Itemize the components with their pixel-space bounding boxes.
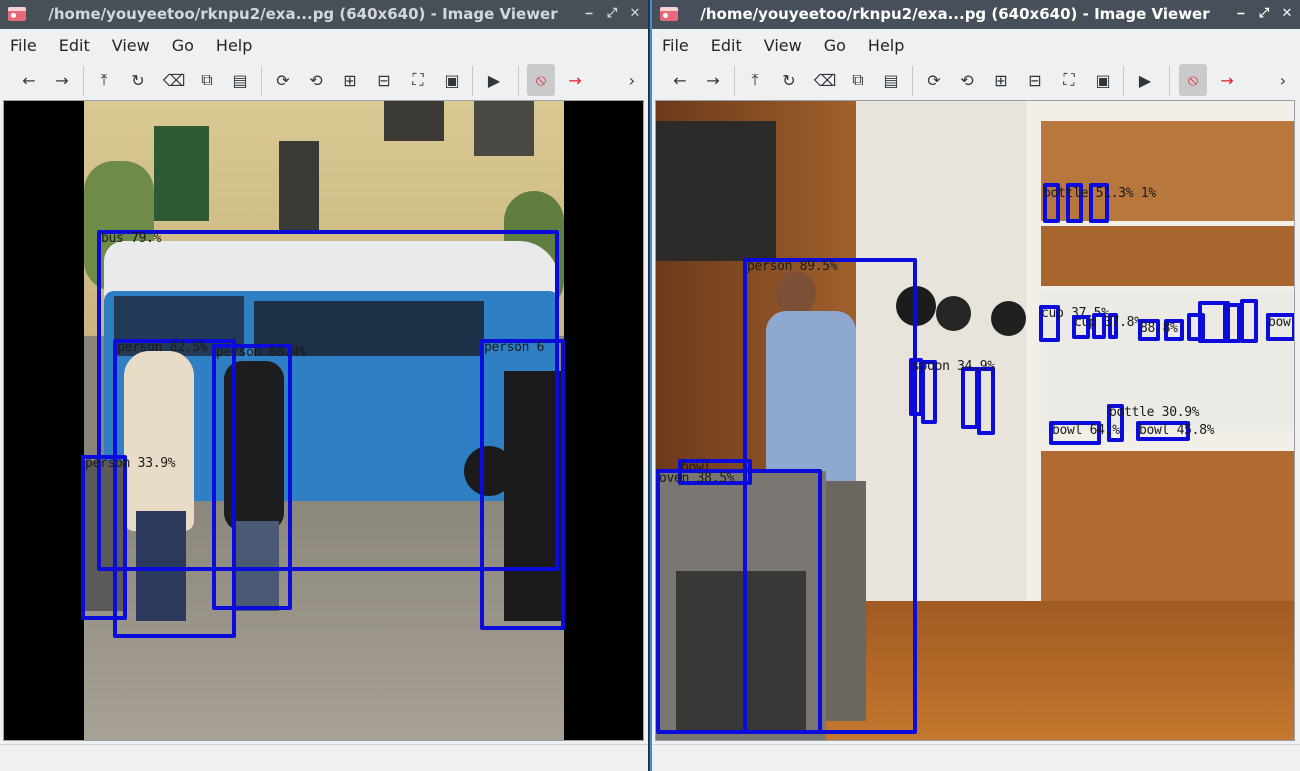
- original-size-icon[interactable]: ▣: [1089, 64, 1117, 96]
- detection-label: person 6: [484, 340, 545, 355]
- more-icon[interactable]: ›: [618, 64, 646, 96]
- detection-label: person 33.9%: [85, 456, 176, 471]
- status-bar: [0, 744, 648, 771]
- detection-label: person 82.5%: [117, 340, 208, 355]
- close-icon[interactable]: ✕: [1280, 6, 1294, 22]
- original-size-icon[interactable]: ▣: [438, 64, 466, 96]
- fit-icon[interactable]: ⛶: [1055, 64, 1083, 96]
- toolbar-separator: [1169, 66, 1170, 96]
- back-icon[interactable]: ←: [666, 64, 694, 96]
- image-canvas[interactable]: person 89.5% bottle 51.3% 1% cup 37.5% c…: [655, 100, 1295, 741]
- detection-box: [212, 344, 292, 610]
- detection-label: cup 37.8%: [1074, 315, 1142, 330]
- image-viewer-window-left: /home/youyeetoo/rknpu2/exa...pg (640x640…: [0, 0, 649, 771]
- detection-label: bottle 51.3% 1%: [1043, 186, 1156, 201]
- zoom-out-icon[interactable]: ⊟: [1021, 64, 1049, 96]
- window-title: /home/youyeetoo/rknpu2/exa...pg (640x640…: [48, 5, 558, 23]
- reload-icon[interactable]: ↻: [775, 64, 803, 96]
- rotate-left-icon[interactable]: ⟲: [302, 64, 330, 96]
- upload-icon[interactable]: ⤒: [741, 64, 769, 96]
- detection-label: bowl 45.8%: [1139, 423, 1215, 438]
- fit-icon[interactable]: ⛶: [404, 64, 432, 96]
- detection-label: person 88.4%: [216, 345, 307, 360]
- detection-box: [656, 469, 822, 734]
- menu-edit[interactable]: Edit: [711, 36, 742, 55]
- detection-box: [81, 455, 127, 620]
- maximize-icon[interactable]: ⤢: [605, 6, 619, 22]
- title-bar[interactable]: /home/youyeetoo/rknpu2/exa...pg (640x640…: [652, 0, 1300, 29]
- minimize-icon[interactable]: ⎯: [1234, 6, 1248, 22]
- detection-label: bowl 64.%: [1052, 423, 1120, 438]
- image-viewer-app-icon: [8, 7, 26, 21]
- window-title: /home/youyeetoo/rknpu2/exa...pg (640x640…: [700, 5, 1210, 23]
- stop-icon[interactable]: ⦸: [1179, 64, 1207, 96]
- detection-box: [1240, 299, 1258, 343]
- detection-label: bottle 30.9%: [1109, 405, 1200, 420]
- toolbar-separator: [734, 66, 735, 96]
- menu-view[interactable]: View: [112, 36, 150, 55]
- detection-label: bow: [1268, 315, 1291, 330]
- toolbar-separator: [912, 66, 913, 96]
- detection-box: [977, 367, 995, 435]
- forward-icon[interactable]: →: [699, 64, 727, 96]
- more-icon[interactable]: ›: [1269, 64, 1297, 96]
- menu-bar: File Edit View Go Help: [0, 29, 648, 61]
- slideshow-icon[interactable]: ▶: [480, 64, 508, 96]
- image-canvas[interactable]: bus 79.% person 82.5% person 88.4% perso…: [3, 100, 644, 741]
- menu-help[interactable]: Help: [868, 36, 904, 55]
- reload-icon[interactable]: ↻: [124, 64, 152, 96]
- close-icon[interactable]: ✕: [628, 6, 642, 22]
- next-arrow-icon[interactable]: →: [1213, 64, 1241, 96]
- detection-label: oven 38.5%: [659, 471, 735, 486]
- menu-go[interactable]: Go: [824, 36, 846, 55]
- zoom-out-icon[interactable]: ⊟: [370, 64, 398, 96]
- delete-icon[interactable]: ⌫: [160, 64, 188, 96]
- minimize-icon[interactable]: ⎯: [582, 6, 596, 22]
- toolbar-separator: [83, 66, 84, 96]
- status-bar: [652, 744, 1300, 771]
- detection-box: [1223, 303, 1241, 343]
- stop-icon[interactable]: ⦸: [527, 64, 555, 96]
- maximize-icon[interactable]: ⤢: [1257, 6, 1271, 22]
- paste-icon[interactable]: ▤: [877, 64, 905, 96]
- toolbar: ← → ⤒ ↻ ⌫ ⧉ ▤ ⟳ ⟲ ⊞ ⊟ ⛶ ▣ ▶ ⦸ → ›: [0, 62, 648, 98]
- paste-icon[interactable]: ▤: [226, 64, 254, 96]
- toolbar-separator: [1123, 66, 1124, 96]
- image-viewer-window-right: /home/youyeetoo/rknpu2/exa...pg (640x640…: [650, 0, 1300, 771]
- zoom-in-icon[interactable]: ⊞: [987, 64, 1015, 96]
- detection-label: bus 79.%: [101, 231, 162, 246]
- forward-icon[interactable]: →: [48, 64, 76, 96]
- zoom-in-icon[interactable]: ⊞: [336, 64, 364, 96]
- menu-view[interactable]: View: [764, 36, 802, 55]
- detection-box: [480, 339, 565, 630]
- copy-icon[interactable]: ⧉: [193, 64, 221, 96]
- title-bar[interactable]: /home/youyeetoo/rknpu2/exa...pg (640x640…: [0, 0, 648, 29]
- back-icon[interactable]: ←: [15, 64, 43, 96]
- delete-icon[interactable]: ⌫: [811, 64, 839, 96]
- menu-file[interactable]: File: [662, 36, 689, 55]
- toolbar-separator: [472, 66, 473, 96]
- upload-icon[interactable]: ⤒: [90, 64, 118, 96]
- rotate-left-icon[interactable]: ⟲: [953, 64, 981, 96]
- menu-bar: File Edit View Go Help: [652, 29, 1300, 61]
- slideshow-icon[interactable]: ▶: [1131, 64, 1159, 96]
- toolbar-separator: [518, 66, 519, 96]
- next-arrow-icon[interactable]: →: [561, 64, 589, 96]
- rotate-right-icon[interactable]: ⟳: [920, 64, 948, 96]
- menu-edit[interactable]: Edit: [59, 36, 90, 55]
- detection-label: person 89.5%: [747, 259, 838, 274]
- image-viewer-app-icon: [660, 7, 678, 21]
- copy-icon[interactable]: ⧉: [844, 64, 872, 96]
- menu-file[interactable]: File: [10, 36, 37, 55]
- detection-label: spoon 34.9%: [912, 359, 995, 374]
- detection-label: 88.8%: [1140, 321, 1178, 336]
- menu-help[interactable]: Help: [216, 36, 252, 55]
- rotate-right-icon[interactable]: ⟳: [269, 64, 297, 96]
- menu-go[interactable]: Go: [172, 36, 194, 55]
- toolbar: ← → ⤒ ↻ ⌫ ⧉ ▤ ⟳ ⟲ ⊞ ⊟ ⛶ ▣ ▶ ⦸ → ›: [652, 62, 1300, 98]
- toolbar-separator: [261, 66, 262, 96]
